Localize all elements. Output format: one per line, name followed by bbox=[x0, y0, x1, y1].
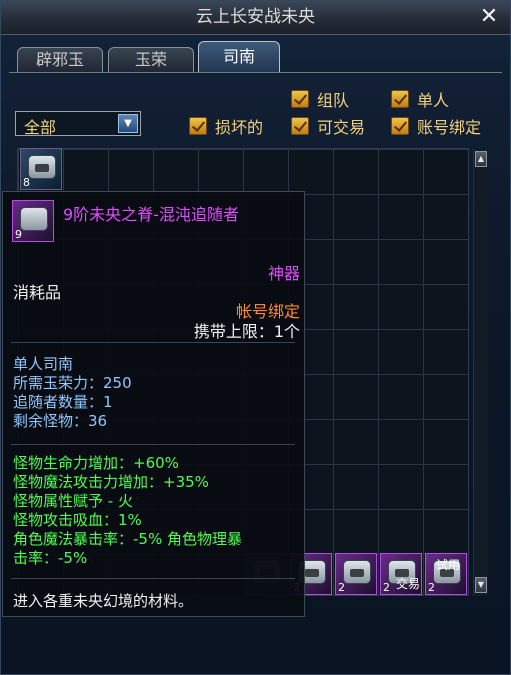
checkbox-checked-icon[interactable] bbox=[391, 90, 409, 108]
checkbox-account-bound[interactable]: 账号绑定 bbox=[391, 114, 481, 138]
inventory-item[interactable]: 2 交易 bbox=[380, 553, 422, 595]
tab-sinan[interactable]: 司南 bbox=[198, 41, 280, 73]
stat-line: 击率：-5% bbox=[13, 549, 88, 567]
window-title: 云上长安战未央 bbox=[196, 7, 315, 27]
checkbox-label: 单人 bbox=[417, 91, 450, 110]
tab-bixieyu[interactable]: 辟邪玉 bbox=[17, 47, 103, 73]
item-count: 2 bbox=[383, 581, 390, 594]
checkbox-checked-icon[interactable] bbox=[189, 117, 207, 135]
tooltip-item-thumbnail: 9 bbox=[12, 200, 54, 242]
info-line: 追随者数量：1 bbox=[13, 393, 113, 411]
item-count: 2 bbox=[428, 581, 435, 594]
divider bbox=[11, 342, 295, 343]
item-count: 2 bbox=[338, 581, 345, 594]
scrollbar[interactable]: ▲ ▼ bbox=[473, 148, 488, 596]
checkbox-tradable[interactable]: 可交易 bbox=[291, 114, 365, 138]
item-count: 9 bbox=[15, 228, 22, 241]
checkbox-checked-icon[interactable] bbox=[391, 117, 409, 135]
scroll-down-icon[interactable]: ▼ bbox=[475, 577, 487, 593]
item-count: 8 bbox=[23, 176, 30, 189]
item-grade: 神器 bbox=[267, 264, 300, 283]
tab-divider bbox=[9, 72, 502, 73]
checkbox-checked-icon[interactable] bbox=[291, 117, 309, 135]
item-name: 9阶未央之脊-混沌追随者 bbox=[63, 205, 239, 224]
checkbox-team[interactable]: 组队 bbox=[291, 87, 349, 111]
stat-line: 怪物属性赋予 - 火 bbox=[13, 492, 133, 510]
inventory-item[interactable]: 2 试用 bbox=[425, 553, 467, 595]
divider bbox=[11, 578, 295, 579]
dropdown-value: 全部 bbox=[24, 118, 57, 137]
stat-line: 怪物生命力增加：+60% bbox=[13, 454, 179, 472]
checkbox-damaged[interactable]: 损坏的 bbox=[189, 114, 263, 138]
info-line: 剩余怪物：36 bbox=[13, 412, 108, 430]
checkbox-checked-icon[interactable] bbox=[291, 90, 309, 108]
info-line: 所需玉荣力：250 bbox=[13, 374, 132, 392]
stat-line: 怪物攻击吸血：1% bbox=[13, 511, 142, 529]
title-bar[interactable]: 云上长安战未央 ✕ bbox=[1, 1, 510, 35]
chevron-down-icon[interactable]: ▼ bbox=[118, 114, 138, 133]
item-description: 进入各重未央幻境的材料。 bbox=[13, 592, 194, 610]
dialog-window: 云上长安战未央 ✕ 辟邪玉 玉荣 司南 组队 单人 损坏的 可交易 账号绑定 全… bbox=[0, 0, 511, 675]
item-type: 消耗品 bbox=[13, 283, 62, 302]
scroll-item-icon bbox=[28, 155, 56, 179]
checkbox-solo[interactable]: 单人 bbox=[391, 87, 449, 111]
checkbox-label: 组队 bbox=[317, 91, 350, 110]
category-dropdown[interactable]: 全部 ▼ bbox=[15, 111, 141, 137]
item-trade-tag: 交易 bbox=[396, 577, 421, 591]
scroll-up-icon[interactable]: ▲ bbox=[475, 151, 487, 167]
item-trial-tag: 试用 bbox=[436, 558, 461, 572]
tab-yurong[interactable]: 玉荣 bbox=[108, 47, 194, 73]
scroll-item-icon bbox=[20, 207, 48, 231]
checkbox-label: 可交易 bbox=[317, 118, 366, 137]
close-icon[interactable]: ✕ bbox=[478, 6, 500, 28]
info-line: 单人司南 bbox=[13, 355, 74, 373]
checkbox-label: 损坏的 bbox=[215, 118, 264, 137]
checkbox-label: 账号绑定 bbox=[417, 118, 482, 137]
stat-line: 角色魔法暴击率：-5% 角色物理暴 bbox=[13, 530, 242, 548]
stat-line: 怪物魔法攻击力增加：+35% bbox=[13, 473, 209, 491]
item-tooltip: 9 9阶未央之脊-混沌追随者 神器 消耗品 帐号绑定 携带上限：1个 单人司南 … bbox=[2, 191, 305, 617]
scroll-item-icon bbox=[343, 560, 371, 584]
divider bbox=[11, 444, 295, 445]
item-carry-limit: 携带上限：1个 bbox=[193, 322, 300, 341]
inventory-item[interactable]: 2 bbox=[335, 553, 377, 595]
inventory-item[interactable]: 8 bbox=[20, 148, 62, 190]
